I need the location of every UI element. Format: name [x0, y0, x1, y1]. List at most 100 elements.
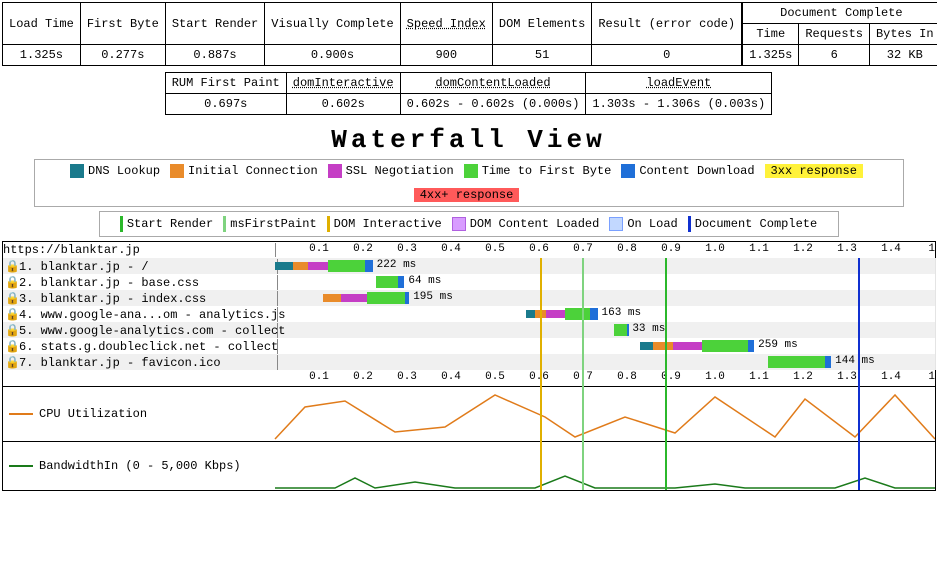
col-res: Result (error code) [592, 3, 742, 45]
val-rfp: 0.697s [165, 94, 286, 115]
tick-label: 0.2 [353, 243, 373, 255]
lock-icon: 🔒 [5, 355, 17, 370]
dns-swatch-icon [70, 164, 84, 178]
tick-label: 0.5 [485, 371, 505, 383]
val-doc-t: 1.325s [742, 45, 799, 66]
val-sr: 0.887s [165, 45, 264, 66]
legend-conn: Initial Connection [170, 164, 318, 178]
timing-row: 0.697s 0.602s 0.602s - 0.602s (0.000s) 1… [165, 94, 772, 115]
phase-ttfb [565, 308, 589, 320]
legend-ssl: SSL Negotiation [328, 164, 454, 178]
legend-phases: DNS Lookup Initial Connection SSL Negoti… [34, 159, 904, 207]
tick-label: 0.9 [661, 243, 681, 255]
legend-events: Start Render msFirstPaint DOM Interactiv… [99, 211, 839, 237]
val-dom: 51 [492, 45, 591, 66]
tick-label: 0.7 [573, 371, 593, 383]
lock-icon: 🔒 [5, 275, 17, 290]
tick-label: 1. [928, 243, 937, 255]
summary-row: 1.325s 0.277s 0.887s 0.900s 900 51 0 1.3… [3, 45, 937, 66]
waterfall-chart: https://blanktar.jp0.10.20.30.40.50.60.7… [2, 241, 936, 491]
duration-label: 163 ms [602, 307, 642, 319]
col-fb: First Byte [80, 3, 165, 45]
val-dcl: 0.602s - 0.602s (0.000s) [400, 94, 586, 115]
phase-download [590, 308, 598, 320]
legend-3xx: 3xx response [765, 164, 863, 178]
tick-label: 1.1 [749, 371, 769, 383]
phase-ssl [546, 310, 566, 318]
waterfall-row[interactable]: 🔒1. blanktar.jp - /222 ms [3, 258, 935, 274]
waterfall-row[interactable]: 🔒7. blanktar.jp - favicon.ico144 ms [3, 354, 935, 370]
col-le: loadEvent [586, 73, 772, 94]
tick-label: 1.4 [881, 243, 901, 255]
cpu-label: CPU Utilization [9, 407, 147, 421]
val-doc-bi: 32 KB [869, 45, 937, 66]
duration-label: 195 ms [413, 291, 453, 303]
col-doc-time: Time [742, 24, 799, 45]
phase-connect [653, 342, 673, 350]
phase-download [748, 340, 754, 352]
phase-dns [526, 310, 535, 318]
phase-ttfb [614, 324, 627, 336]
phase-dns [275, 262, 293, 270]
lock-icon: 🔒 [5, 339, 17, 354]
legend-dns: DNS Lookup [70, 164, 160, 178]
val-res: 0 [592, 45, 742, 66]
waterfall-row[interactable]: 🔒5. www.google-analytics.com - collect33… [3, 322, 935, 338]
tick-label: 0.9 [661, 371, 681, 383]
tick-label: 1.1 [749, 243, 769, 255]
tick-label: 1.0 [705, 371, 725, 383]
col-load: Load Time [3, 3, 81, 45]
legend-first-paint: msFirstPaint [223, 216, 316, 232]
group-doc: Document Complete [742, 3, 937, 24]
val-si: 900 [400, 45, 492, 66]
start-render-line-icon [120, 216, 123, 232]
phase-dns [640, 342, 653, 350]
val-le: 1.303s - 1.306s (0.003s) [586, 94, 772, 115]
legend-dl: Content Download [621, 164, 754, 178]
phase-ssl [308, 262, 328, 270]
lock-icon: 🔒 [5, 259, 17, 274]
waterfall-row[interactable]: 🔒2. blanktar.jp - base.css64 ms [3, 274, 935, 290]
tick-label: 0.2 [353, 371, 373, 383]
duration-label: 33 ms [632, 323, 665, 335]
lock-icon: 🔒 [5, 323, 17, 338]
phase-download [405, 292, 409, 304]
tick-label: 0.3 [397, 243, 417, 255]
col-doc-req: Requests [799, 24, 870, 45]
tick-label: 1.3 [837, 243, 857, 255]
phase-ssl [673, 342, 702, 350]
tick-label: 1.3 [837, 371, 857, 383]
waterfall-row[interactable]: 🔒6. stats.g.doubleclick.net - collect259… [3, 338, 935, 354]
legend-dom-content-loaded: DOM Content Loaded [452, 217, 600, 231]
col-dom: DOM Elements [492, 3, 591, 45]
col-sr: Start Render [165, 3, 264, 45]
phase-ttfb [328, 260, 365, 272]
on-load-icon [609, 217, 623, 231]
val-load: 1.325s [3, 45, 81, 66]
tick-label: 1.4 [881, 371, 901, 383]
col-di: domInteractive [286, 73, 400, 94]
waterfall-row[interactable]: 🔒3. blanktar.jp - index.css195 ms [3, 290, 935, 306]
dom-content-loaded-icon [452, 217, 466, 231]
phase-download [365, 260, 372, 272]
duration-label: 64 ms [408, 275, 441, 287]
bandwidth-line-icon [9, 465, 33, 467]
waterfall-row[interactable]: 🔒4. www.google-ana...om - analytics.js16… [3, 306, 935, 322]
legend-doc-complete: Document Complete [688, 216, 817, 232]
tick-label: 0.4 [441, 371, 461, 383]
section-title: Waterfall View [2, 125, 935, 155]
phase-download [398, 276, 404, 288]
tick-label: 1.0 [705, 243, 725, 255]
tick-label: 0.3 [397, 371, 417, 383]
val-di: 0.602s [286, 94, 400, 115]
tick-label: 0.5 [485, 243, 505, 255]
lock-icon: 🔒 [5, 291, 17, 306]
phase-ssl [341, 294, 367, 302]
phase-ttfb [702, 340, 748, 352]
summary-table: Load Time First Byte Start Render Visual… [2, 2, 937, 66]
ssl-swatch-icon [328, 164, 342, 178]
legend-ttfb: Time to First Byte [464, 164, 612, 178]
tick-label: 0.8 [617, 243, 637, 255]
val-fb: 0.277s [80, 45, 165, 66]
phase-ttfb [768, 356, 825, 368]
